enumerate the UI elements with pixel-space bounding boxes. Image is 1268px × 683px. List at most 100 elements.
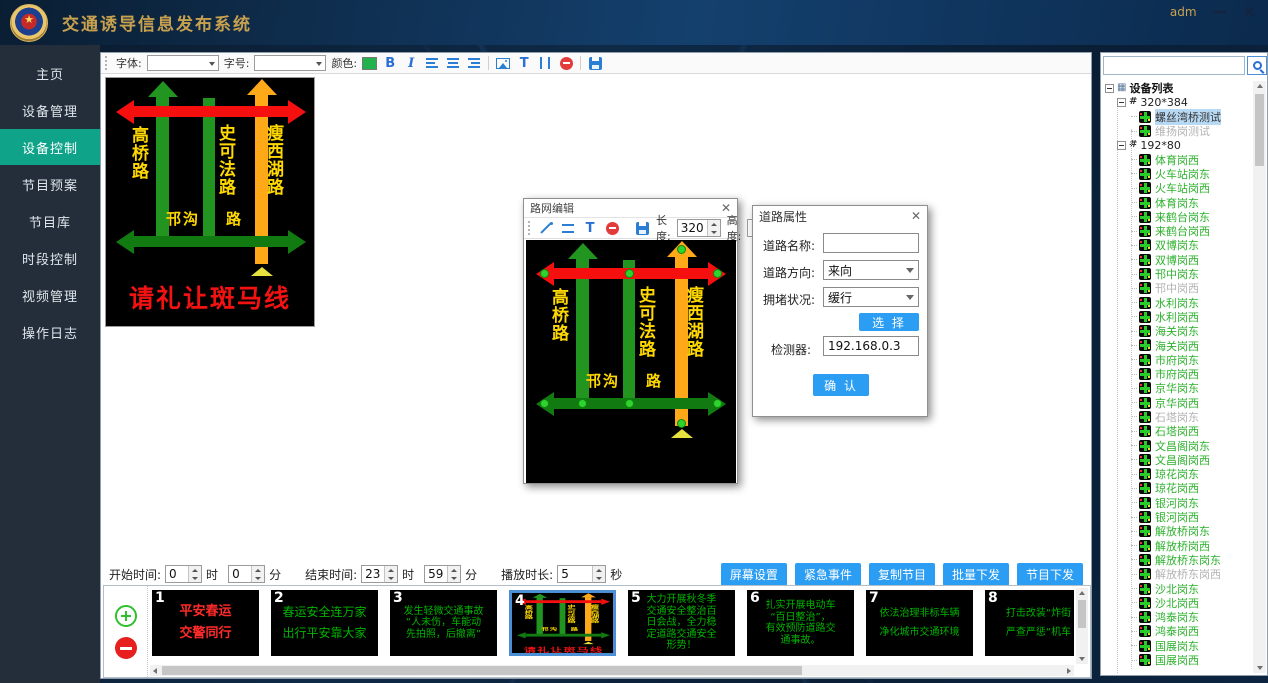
size-select[interactable]	[254, 55, 326, 71]
crosswalk-tool-button[interactable]	[537, 55, 553, 71]
confirm-button[interactable]: 确 认	[813, 374, 869, 396]
double-road-button[interactable]	[560, 220, 576, 236]
delete-button[interactable]	[604, 220, 620, 236]
tree-device-item[interactable]: 银河岗东	[1103, 496, 1253, 510]
bold-button[interactable]: B	[382, 55, 398, 71]
tree-device-item[interactable]: 来鹤台岗西	[1103, 224, 1253, 238]
color-swatch[interactable]	[362, 57, 377, 70]
device-search-input[interactable]	[1103, 56, 1245, 75]
tree-device-item[interactable]: 水利岗西	[1103, 310, 1253, 324]
duration-spinner[interactable]: 5	[557, 565, 606, 583]
tree-device-item[interactable]: 沙北岗西	[1103, 596, 1253, 610]
sidebar-item-操作日志[interactable]: 操作日志	[0, 314, 100, 350]
add-frame-button[interactable]	[115, 605, 137, 627]
scrollbar-thumb[interactable]	[1078, 600, 1086, 628]
close-icon[interactable]: ✕	[911, 210, 921, 222]
tree-device-item[interactable]: 海关岗东	[1103, 324, 1253, 338]
sidebar-item-视频管理[interactable]: 视频管理	[0, 277, 100, 313]
control-point[interactable]	[625, 399, 634, 408]
delete-button[interactable]	[558, 55, 574, 71]
text-tool-button[interactable]: T	[516, 55, 532, 71]
action-button-复制节目[interactable]: 复制节目	[869, 563, 935, 586]
tree-device-item[interactable]: 琼花岗东	[1103, 467, 1253, 481]
sidebar-item-设备管理[interactable]: 设备管理	[0, 92, 100, 128]
tree-root[interactable]: ▦设备列表	[1103, 81, 1253, 95]
spin-up-icon[interactable]	[385, 566, 397, 574]
spin-up-icon[interactable]	[448, 566, 460, 574]
align-left-button[interactable]	[424, 55, 440, 71]
control-point[interactable]	[713, 399, 722, 408]
sidebar-item-节目库[interactable]: 节目库	[0, 203, 100, 239]
tree-device-item[interactable]: 螺丝湾桥测试	[1103, 110, 1253, 124]
scroll-right-icon[interactable]	[1067, 668, 1071, 674]
insert-image-button[interactable]	[495, 55, 511, 71]
align-center-button[interactable]	[445, 55, 461, 71]
length-spinner[interactable]: 320	[677, 219, 721, 237]
spin-down-icon[interactable]	[593, 574, 605, 582]
playlist-item-3[interactable]: 发生轻微交通事故“人未伤，车能动先拍照，后撤离”3	[390, 590, 497, 656]
minimize-icon[interactable]: —	[1213, 5, 1227, 19]
remove-frame-button[interactable]	[115, 637, 137, 659]
draw-road-button[interactable]	[538, 220, 554, 236]
toolbar-grip[interactable]	[528, 221, 530, 235]
expand-toggle[interactable]	[1105, 84, 1114, 93]
sidebar-item-时段控制[interactable]: 时段控制	[0, 240, 100, 276]
tree-device-item[interactable]: 沙北岗东	[1103, 581, 1253, 595]
tree-device-item[interactable]: 鸿泰岗东	[1103, 610, 1253, 624]
playlist-item-4[interactable]: 高桥路史可法路瘦西湖路邗沟路请礼让斑马线4	[509, 590, 616, 656]
tree-device-item[interactable]: 国展岗西	[1103, 653, 1253, 667]
action-button-屏幕设置[interactable]: 屏幕设置	[721, 563, 787, 586]
congestion-select[interactable]: 缓行	[823, 287, 919, 307]
spin-down-icon[interactable]	[708, 228, 720, 236]
save-button[interactable]	[587, 55, 603, 71]
playlist-horizontal-scrollbar[interactable]	[150, 665, 1074, 676]
tree-group-320*384[interactable]: #320*384	[1103, 95, 1253, 109]
scroll-left-icon[interactable]	[153, 668, 157, 674]
scrollbar-thumb[interactable]	[162, 666, 802, 675]
tree-device-item[interactable]: 双博岗西	[1103, 253, 1253, 267]
tree-device-item[interactable]: 琼花岗西	[1103, 481, 1253, 495]
select-button[interactable]: 选 择	[859, 313, 919, 331]
search-button[interactable]	[1247, 56, 1267, 75]
tree-device-item[interactable]: 邗中岗东	[1103, 267, 1253, 281]
spin-down-icon[interactable]	[189, 574, 201, 582]
tree-device-item[interactable]: 解放桥东岗西	[1103, 567, 1253, 581]
expand-toggle[interactable]	[1117, 98, 1126, 107]
spin-up-icon[interactable]	[708, 220, 720, 228]
tree-device-item[interactable]: 体育岗东	[1103, 195, 1253, 209]
spin-up-icon[interactable]	[252, 566, 264, 574]
tree-device-item[interactable]: 文昌阁岗东	[1103, 438, 1253, 452]
tree-device-item[interactable]: 解放桥东岗东	[1103, 553, 1253, 567]
italic-button[interactable]: I	[403, 55, 419, 71]
control-point[interactable]	[625, 269, 634, 278]
sidebar-item-设备控制[interactable]: 设备控制	[0, 129, 100, 165]
text-tool-button[interactable]: T	[582, 220, 598, 236]
tree-device-item[interactable]: 海关岗西	[1103, 338, 1253, 352]
action-button-批量下发[interactable]: 批量下发	[943, 563, 1009, 586]
playlist-item-8[interactable]: 打击改装“炸街严查严惩“机车8	[985, 590, 1074, 656]
tree-device-item[interactable]: 市府岗西	[1103, 367, 1253, 381]
spin-down-icon[interactable]	[252, 574, 264, 582]
tree-device-item[interactable]: 火车站岗西	[1103, 181, 1253, 195]
tree-device-item[interactable]: 京华岗西	[1103, 396, 1253, 410]
tree-device-item[interactable]: 解放桥岗东	[1103, 524, 1253, 538]
tree-device-item[interactable]: 鸿泰岗西	[1103, 624, 1253, 638]
tree-device-item[interactable]: 双博岗东	[1103, 238, 1253, 252]
tree-device-item[interactable]: 解放桥岗西	[1103, 539, 1253, 553]
road-name-input[interactable]	[823, 233, 919, 253]
save-button[interactable]	[634, 220, 650, 236]
road-direction-select[interactable]: 来向	[823, 260, 919, 280]
close-icon[interactable]: ✕	[1243, 4, 1256, 20]
control-point[interactable]	[677, 419, 686, 428]
tree-device-item[interactable]: 石塔岗西	[1103, 424, 1253, 438]
expand-toggle[interactable]	[1117, 141, 1126, 150]
tree-device-item[interactable]: 市府岗东	[1103, 353, 1253, 367]
spin-down-icon[interactable]	[448, 574, 460, 582]
scroll-down-icon[interactable]	[1079, 657, 1085, 661]
tree-device-item[interactable]: 国展岗东	[1103, 639, 1253, 653]
tree-device-item[interactable]: 石塔岗东	[1103, 410, 1253, 424]
playlist-item-2[interactable]: 春运安全连万家出行平安靠大家2	[271, 590, 378, 656]
action-button-紧急事件[interactable]: 紧急事件	[795, 563, 861, 586]
start-hour-spinner[interactable]: 0	[165, 565, 202, 583]
tree-device-item[interactable]: 火车站岗东	[1103, 167, 1253, 181]
